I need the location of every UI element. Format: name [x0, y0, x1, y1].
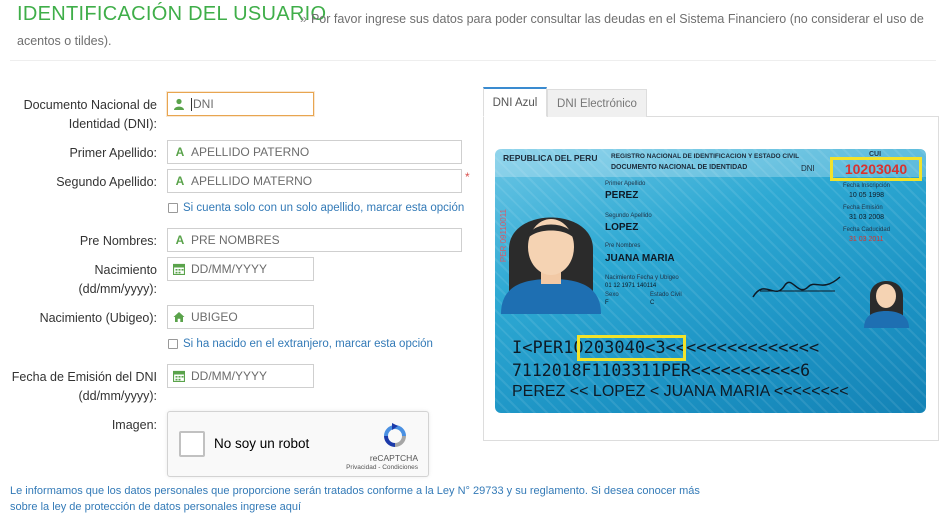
recaptcha-widget: No soy un robot reCAPTCHA Privacidad - C… — [167, 411, 429, 477]
letter-a-icon: A — [175, 233, 185, 247]
segundo-apellido-val: LOPEZ — [605, 222, 639, 233]
captcha-checkbox[interactable] — [179, 431, 205, 457]
sexo-lbl: Sexo — [605, 292, 619, 298]
nombres-placeholder: PRE NOMBRES — [191, 233, 280, 247]
abroad-label[interactable]: Si ha nacido en el extranjero, marcar es… — [183, 338, 433, 350]
card-doc-title: DOCUMENTO NACIONAL DE IDENTIDAD — [611, 164, 748, 171]
nacimiento-input[interactable]: DD/MM/YYYY — [167, 257, 314, 281]
page-subtitle: » Por favor ingrese sus datos para poder … — [17, 8, 927, 52]
nacimiento-label: Nacimiento (dd/mm/yyyy): — [78, 263, 157, 296]
sexo-val: F — [605, 300, 609, 306]
emision-placeholder: DD/MM/YYYY — [191, 369, 268, 383]
captcha-brand: reCAPTCHA — [369, 453, 418, 463]
captcha-label: No soy un robot — [214, 436, 310, 451]
letter-a-icon: A — [175, 174, 185, 188]
apellido2-label: Segundo Apellido: — [56, 175, 157, 189]
one-surname-label[interactable]: Si cuenta solo con un solo apellido, mar… — [183, 202, 464, 214]
emision-label: Fecha de Emisión del DNI (dd/mm/yyyy): — [11, 370, 157, 403]
emision-val-card: 31 03 2008 — [849, 214, 885, 221]
ec-val: C — [650, 300, 655, 306]
dni-label: Documento Nacional de Identidad (DNI): — [23, 98, 157, 131]
apellido2-placeholder: APELLIDO MATERNO — [191, 174, 313, 188]
recaptcha-icon — [381, 422, 409, 455]
imagen-label: Imagen: — [111, 418, 157, 432]
ubigeo-placeholder: UBIGEO — [191, 310, 238, 324]
mrz-line-2: 7112018F1103311PER<<<<<<<<<<<6 — [512, 361, 811, 380]
ec-lbl: Estado Civil — [650, 292, 682, 298]
primer-apellido-val: PEREZ — [605, 190, 639, 201]
user-icon — [173, 98, 187, 110]
mrz1-prefix: I<PER — [512, 338, 564, 358]
card-number-highlight: 10203040 — [830, 157, 922, 181]
card-registry: REGISTRO NACIONAL DE IDENTIFICACION Y ES… — [611, 153, 800, 160]
header-divider — [10, 60, 936, 61]
small-portrait-photo — [864, 281, 909, 328]
calendar-icon — [173, 370, 187, 382]
dni-placeholder: DNI — [193, 97, 214, 111]
caducidad-lbl: Fecha Caducidad — [843, 227, 891, 233]
nombres-label: Pre Nombres: — [79, 234, 157, 248]
ubigeo-label: Nacimiento (Ubigeo): — [39, 311, 157, 325]
captcha-terms[interactable]: Privacidad - Condiciones — [346, 464, 418, 471]
apellido1-input[interactable]: A APELLIDO PATERNO — [167, 140, 462, 164]
apellido1-label: Primer Apellido: — [69, 146, 157, 160]
primer-apellido-lbl: Primer Apellido — [605, 181, 646, 187]
mrz-line-3: PEREZ << LOPEZ < JUANA MARIA <<<<<<<< — [512, 383, 849, 400]
dni-input[interactable]: DNI — [167, 92, 314, 116]
dni-card-image: REPUBLICA DEL PERU REGISTRO NACIONAL DE … — [495, 149, 926, 413]
checkbox-box[interactable] — [168, 339, 178, 349]
emision-lbl-card: Fecha Emisión — [843, 205, 883, 211]
mrz-number-highlight — [577, 335, 686, 361]
tab-dni-electronico[interactable]: DNI Electrónico — [547, 89, 647, 117]
nombres-lbl: Pre Nombres — [605, 243, 641, 249]
card-country: REPUBLICA DEL PERU — [503, 153, 598, 163]
privacy-notice-link[interactable]: Le informamos que los datos personales q… — [10, 483, 730, 515]
one-surname-checkbox[interactable]: Si cuenta solo con un solo apellido, mar… — [168, 202, 464, 214]
required-mark: * — [465, 170, 470, 184]
home-icon — [173, 311, 187, 323]
nombres-input[interactable]: A PRE NOMBRES — [167, 228, 462, 252]
inscripcion-val: 10 05 1998 — [849, 192, 885, 199]
calendar-icon — [173, 263, 187, 275]
card-dni-tag: DNI — [801, 164, 815, 173]
ubigeo-input[interactable]: UBIGEO — [167, 305, 314, 329]
checkbox-box[interactable] — [168, 203, 178, 213]
nac-val: 01 12 1971 140114 — [605, 283, 657, 289]
emision-input[interactable]: DD/MM/YYYY — [167, 364, 314, 388]
letter-a-icon: A — [175, 145, 185, 159]
abroad-checkbox[interactable]: Si ha nacido en el extranjero, marcar es… — [168, 338, 433, 350]
segundo-apellido-lbl: Segundo Apellido — [605, 213, 652, 219]
nombres-val: JUANA MARIA — [605, 253, 675, 264]
raquo-icon: » — [300, 12, 307, 26]
apellido1-placeholder: APELLIDO PATERNO — [191, 145, 310, 159]
portrait-photo — [501, 217, 601, 314]
nac-lbl: Nacimiento Fecha y Ubigeo — [605, 275, 679, 281]
subtitle-text: Por favor ingrese sus datos para poder c… — [17, 12, 924, 48]
text-caret — [191, 97, 192, 111]
caducidad-val: 31 03 2011 — [849, 236, 884, 243]
signature-image — [752, 276, 841, 298]
nacimiento-placeholder: DD/MM/YYYY — [191, 262, 268, 276]
tab-dni-azul[interactable]: DNI Azul — [483, 87, 547, 117]
apellido2-input[interactable]: A APELLIDO MATERNO — [167, 169, 462, 193]
inscripcion-lbl: Fecha Inscripción — [843, 183, 891, 189]
